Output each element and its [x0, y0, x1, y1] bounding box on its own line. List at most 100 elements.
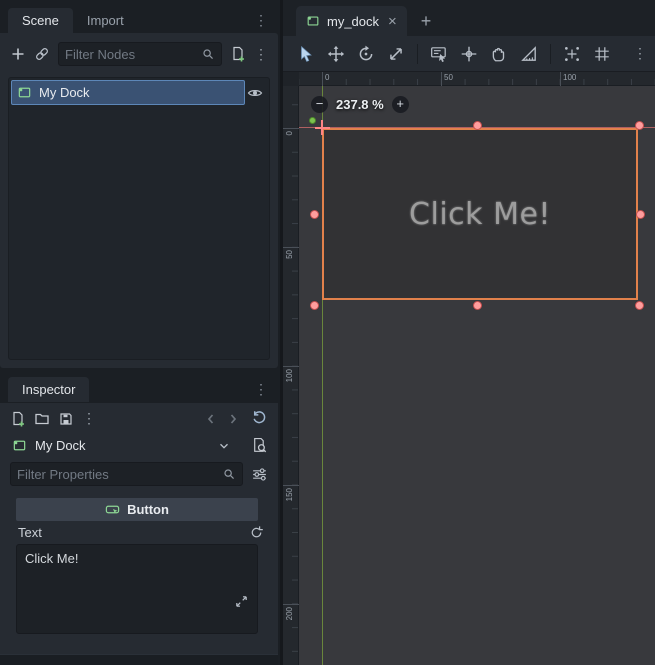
canvas-toolbar-menu-icon[interactable]: ⋮	[633, 45, 647, 62]
ruler-tick: 50	[441, 72, 442, 86]
inspector-tabbar: Inspector ⋮	[0, 377, 278, 402]
ruler-corner	[283, 72, 299, 86]
toolbar-separator	[550, 44, 551, 64]
selection-handle-bottom-left[interactable]	[310, 301, 319, 310]
scene-icon	[306, 14, 320, 28]
new-scene-tab-button[interactable]: +	[421, 6, 432, 36]
zoom-level-label[interactable]: 237.8 %	[336, 97, 384, 112]
zoom-out-button[interactable]: −	[311, 96, 328, 113]
scene-tree[interactable]: My Dock	[8, 77, 270, 360]
instance-scene-link-icon[interactable]	[34, 46, 50, 62]
selected-button-control[interactable]: Click Me!	[322, 128, 638, 300]
tool-select-button[interactable]	[297, 45, 315, 63]
search-icon	[222, 467, 236, 481]
selection-handle-mid-left[interactable]	[310, 210, 319, 219]
pivot-crosshair	[321, 120, 323, 135]
anchor-dot[interactable]	[309, 117, 316, 124]
selected-node-name: My Dock	[35, 438, 86, 453]
scene-tab-label: my_dock	[327, 14, 379, 29]
text-property-value: Click Me!	[25, 551, 78, 566]
filter-nodes-input[interactable]	[65, 47, 201, 62]
button-class-icon	[105, 502, 120, 517]
selection-handle-bottom-right[interactable]	[635, 301, 644, 310]
left-dock-column: Scene Import ⋮	[0, 0, 280, 665]
tab-import[interactable]: Import	[73, 8, 138, 33]
inspector-toolbar: ⋮	[0, 403, 278, 432]
new-resource-button[interactable]	[10, 411, 26, 427]
control-node-icon	[17, 85, 32, 100]
smart-snap-toggle[interactable]	[563, 45, 581, 63]
visibility-eye-button[interactable]	[247, 85, 263, 101]
tree-node-label: My Dock	[39, 85, 90, 100]
category-label: Button	[127, 502, 169, 517]
tool-rotate-button[interactable]	[357, 45, 375, 63]
canvas-toolbar: ⋮	[283, 36, 655, 72]
tool-scale-button[interactable]	[387, 45, 405, 63]
horizontal-ruler[interactable]: 0 50 100	[299, 72, 655, 86]
tool-pivot-button[interactable]	[460, 45, 478, 63]
history-back-button[interactable]	[203, 411, 219, 427]
button-control-text: Click Me!	[409, 197, 551, 232]
revert-property-icon[interactable]	[249, 525, 264, 540]
ruler-tick: 0	[283, 128, 299, 129]
toolbar-separator	[417, 44, 418, 64]
dock-bottom-edge	[0, 654, 278, 665]
zoom-controls: − 237.8 % +	[311, 96, 409, 113]
ruler-tick: 100	[283, 366, 299, 367]
tool-ruler-button[interactable]	[520, 45, 538, 63]
scene-dock: ⋮ My Dock	[0, 33, 278, 368]
grid-snap-toggle[interactable]	[593, 45, 611, 63]
text-property-label: Text	[18, 525, 42, 540]
vertical-ruler[interactable]: 0 50 100 150 200	[283, 86, 299, 665]
category-header-button[interactable]: Button	[16, 498, 258, 521]
tab-inspector[interactable]: Inspector	[8, 377, 89, 402]
history-forward-button[interactable]	[225, 411, 241, 427]
tab-scene[interactable]: Scene	[8, 8, 73, 33]
tree-row-my-dock[interactable]: My Dock	[11, 80, 245, 105]
load-resource-folder-icon[interactable]	[34, 411, 50, 427]
tab-close-icon[interactable]: ×	[388, 14, 397, 29]
scene-dock-tabbar: Scene Import ⋮	[0, 8, 278, 33]
save-resource-icon[interactable]	[58, 411, 74, 427]
property-row-text: Text	[0, 521, 278, 544]
selection-handle-bottom-center[interactable]	[473, 301, 482, 310]
attach-script-button[interactable]	[230, 46, 246, 62]
tool-list-select-button[interactable]	[430, 45, 448, 63]
search-icon	[201, 47, 215, 61]
scene-toolbar-menu-icon[interactable]: ⋮	[254, 46, 268, 63]
inspector-dock: ⋮ My Dock	[0, 403, 278, 665]
inspector-dock-menu-icon[interactable]: ⋮	[254, 382, 268, 396]
filter-nodes-box	[58, 42, 222, 66]
tool-pan-hand-button[interactable]	[490, 45, 508, 63]
ruler-tick: 50	[283, 247, 299, 248]
ruler-tick: 200	[283, 604, 299, 605]
selection-handle-top-right[interactable]	[635, 121, 644, 130]
ruler-tick: 150	[283, 485, 299, 486]
chevron-down-icon[interactable]	[217, 439, 231, 453]
expand-editor-icon[interactable]	[234, 594, 249, 609]
scene-toolbar: ⋮	[0, 33, 278, 71]
text-property-editor[interactable]: Click Me!	[16, 544, 258, 634]
object-history-icon[interactable]	[251, 410, 268, 427]
ruler-tick: 100	[560, 72, 561, 86]
selection-handle-top-center[interactable]	[473, 121, 482, 130]
viewport: 0 50 100 0 50 100 150 200 Click Me!	[283, 72, 655, 665]
scene-tab-bar: my_dock × +	[283, 0, 655, 36]
open-documentation-button[interactable]	[251, 437, 268, 454]
zoom-in-button[interactable]: +	[392, 96, 409, 113]
main-viewport-area: my_dock × +	[283, 0, 655, 665]
tool-move-button[interactable]	[327, 45, 345, 63]
node-selector[interactable]: My Dock	[0, 432, 278, 459]
resource-menu-icon[interactable]: ⋮	[82, 410, 96, 427]
scene-tab-my-dock[interactable]: my_dock ×	[296, 6, 407, 36]
control-node-icon	[12, 438, 27, 453]
canvas-2d[interactable]: Click Me! − 237.8 % +	[299, 86, 655, 665]
ruler-tick: 0	[322, 72, 323, 86]
filter-properties-box	[10, 462, 243, 486]
scene-dock-menu-icon[interactable]: ⋮	[254, 13, 268, 27]
add-node-button[interactable]	[10, 46, 26, 62]
tune-sliders-icon[interactable]	[251, 466, 268, 483]
selection-handle-mid-right[interactable]	[636, 210, 645, 219]
filter-properties-input[interactable]	[17, 467, 222, 482]
filter-properties-row	[0, 459, 278, 490]
